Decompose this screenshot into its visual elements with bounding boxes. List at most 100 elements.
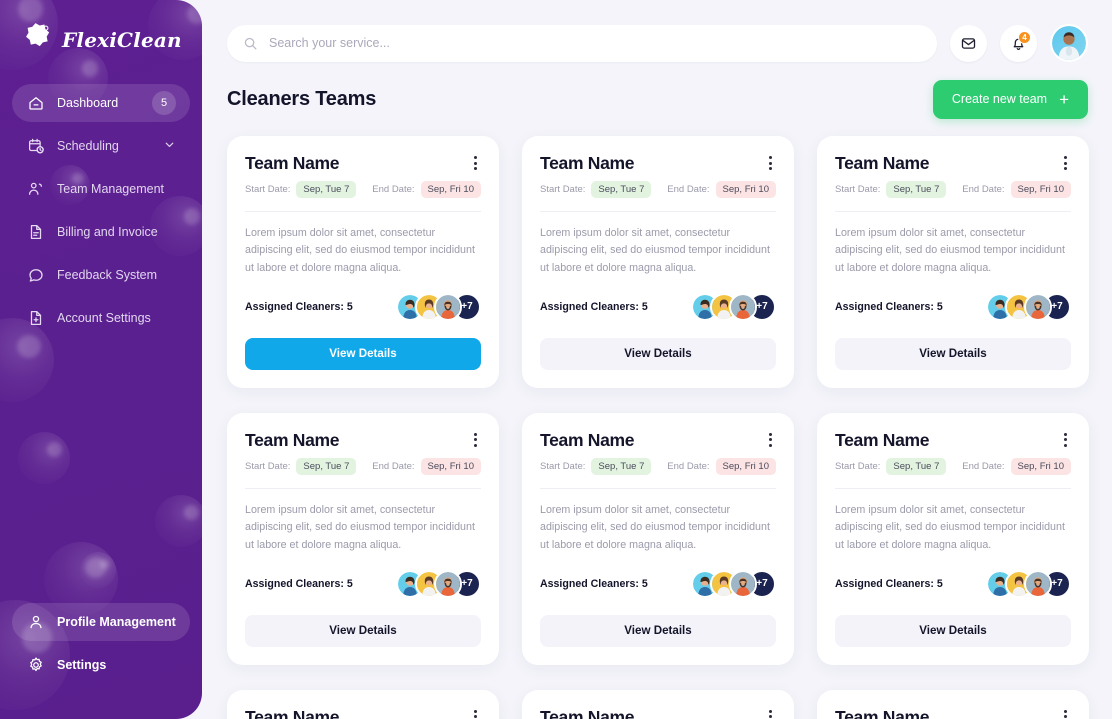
sidebar-item-feedback-system[interactable]: Feedback System — [12, 256, 190, 294]
kebab-menu-icon[interactable] — [1054, 707, 1071, 719]
sidebar-item-billing-and-invoice[interactable]: Billing and Invoice — [12, 213, 190, 251]
search-bar[interactable] — [227, 24, 937, 62]
team-card-title: Team Name — [835, 706, 930, 719]
sidebar-item-account-settings[interactable]: Account Settings — [12, 299, 190, 337]
cleaner-avatar — [729, 569, 757, 598]
view-details-button[interactable]: View Details — [245, 614, 481, 647]
team-card[interactable]: Team Name Start Date: Sep, Tue 7 End Dat… — [522, 136, 794, 388]
sidebar-item-settings[interactable]: Settings — [12, 646, 190, 684]
user-icon — [26, 613, 45, 632]
kebab-menu-icon[interactable] — [464, 430, 481, 447]
sidebar-item-dashboard[interactable]: Dashboard 5 — [12, 84, 190, 122]
card-divider — [835, 487, 1071, 489]
team-card[interactable]: Team Name Start Date: Sep, Tue 7 End Dat… — [227, 689, 499, 719]
cleaner-avatar-stack[interactable]: +7 — [396, 569, 481, 598]
cleaner-avatar-stack[interactable]: +7 — [986, 569, 1071, 598]
search-input[interactable] — [269, 36, 921, 50]
team-card-title: Team Name — [245, 706, 340, 719]
sidebar-item-label: Settings — [57, 658, 107, 672]
team-card[interactable]: Team Name Start Date: Sep, Tue 7 End Dat… — [522, 689, 794, 719]
end-date-label: End Date: — [962, 460, 1005, 472]
cleaner-avatar — [434, 292, 462, 321]
cleaner-avatar-stack[interactable]: +7 — [986, 292, 1071, 321]
view-details-button[interactable]: View Details — [835, 614, 1071, 647]
sidebar-item-profile-management[interactable]: Profile Management — [12, 603, 190, 641]
start-date-value: Sep, Tue 7 — [886, 181, 947, 198]
kebab-menu-icon[interactable] — [1054, 430, 1071, 447]
cleaner-avatar — [729, 292, 757, 321]
sidebar-item-label: Dashboard — [57, 96, 119, 110]
team-card-dates: Start Date: Sep, Tue 7 End Date: Sep, Fr… — [540, 181, 776, 198]
topbar: 4 — [227, 0, 1088, 62]
team-card[interactable]: Team Name Start Date: Sep, Tue 7 End Dat… — [522, 412, 794, 665]
card-divider — [245, 487, 481, 489]
kebab-menu-icon[interactable] — [759, 430, 776, 447]
create-new-team-label: Create new team — [951, 92, 1048, 106]
assigned-cleaners-label: Assigned Cleaners: 5 — [540, 300, 648, 313]
main-content: 4 — [202, 0, 1112, 719]
sidebar-item-label: Account Settings — [57, 311, 151, 325]
notifications-button[interactable]: 4 — [1000, 24, 1037, 62]
view-details-button[interactable]: View Details — [835, 337, 1071, 370]
cleaner-avatar-stack[interactable]: +7 — [691, 292, 776, 321]
assigned-cleaners-label: Assigned Cleaners: 5 — [245, 577, 353, 590]
team-card-title: Team Name — [540, 429, 635, 450]
view-details-button[interactable]: View Details — [245, 337, 481, 370]
assigned-cleaners-label: Assigned Cleaners: 5 — [245, 300, 353, 313]
start-date-value: Sep, Tue 7 — [296, 457, 357, 475]
team-card-dates: Start Date: Sep, Tue 7 End Date: Sep, Fr… — [245, 457, 481, 475]
end-date-value: Sep, Fri 10 — [1010, 457, 1071, 475]
end-date-value: Sep, Fri 10 — [1010, 181, 1071, 198]
team-card[interactable]: Team Name Start Date: Sep, Tue 7 End Dat… — [817, 136, 1089, 388]
page-header: Cleaners Teams Create new team + — [227, 70, 1088, 128]
sidebar-bottom-nav: Profile Management Settings — [0, 603, 202, 719]
splat-blob-logo-icon — [16, 21, 54, 59]
view-details-button[interactable]: View Details — [540, 337, 776, 370]
sidebar-item-team-management[interactable]: Team Management — [12, 170, 190, 208]
cleaner-avatar-stack[interactable]: +7 — [396, 292, 481, 321]
team-card[interactable]: Team Name Start Date: Sep, Tue 7 End Dat… — [227, 136, 499, 388]
view-details-button[interactable]: View Details — [540, 614, 776, 647]
kebab-menu-icon[interactable] — [464, 153, 481, 170]
brand-logo[interactable]: FlexiClean — [0, 0, 202, 62]
team-card[interactable]: Team Name Start Date: Sep, Tue 7 End Dat… — [227, 412, 499, 665]
team-card[interactable]: Team Name Start Date: Sep, Tue 7 End Dat… — [817, 689, 1089, 719]
sidebar-nav: Dashboard 5 Scheduling Team Management B… — [0, 84, 202, 342]
sidebar-item-label: Feedback System — [57, 268, 158, 282]
assigned-cleaners-label: Assigned Cleaners: 5 — [540, 577, 648, 590]
end-date-value: Sep, Fri 10 — [715, 457, 776, 475]
start-date-label: Start Date: — [835, 184, 881, 195]
team-card[interactable]: Team Name Start Date: Sep, Tue 7 End Dat… — [817, 412, 1089, 665]
assigned-cleaners-row: Assigned Cleaners: 5 +7 — [540, 569, 776, 598]
end-date-label: End Date: — [372, 184, 415, 195]
kebab-menu-icon[interactable] — [759, 707, 776, 719]
gear-icon — [26, 656, 45, 675]
cleaner-avatar — [1024, 569, 1052, 598]
team-card-header: Team Name — [245, 707, 481, 719]
avatar[interactable] — [1050, 24, 1088, 62]
kebab-menu-icon[interactable] — [464, 707, 481, 719]
document-icon — [26, 223, 45, 242]
mail-button[interactable] — [950, 24, 987, 62]
assigned-cleaners-row: Assigned Cleaners: 5 +7 — [835, 569, 1071, 598]
team-card-header: Team Name — [835, 707, 1071, 719]
sidebar: FlexiClean Dashboard 5 Scheduling Team M… — [0, 0, 202, 719]
team-card-title: Team Name — [245, 429, 340, 450]
cleaner-avatar — [434, 569, 462, 598]
team-card-title: Team Name — [540, 706, 635, 719]
team-card-title: Team Name — [835, 429, 930, 450]
chat-bubble-icon — [26, 266, 45, 285]
start-date-value: Sep, Tue 7 — [591, 457, 652, 475]
assigned-cleaners-row: Assigned Cleaners: 5 +7 — [245, 569, 481, 598]
create-new-team-button[interactable]: Create new team + — [932, 79, 1088, 119]
kebab-menu-icon[interactable] — [759, 153, 776, 170]
chevron-down-icon[interactable] — [163, 138, 176, 154]
team-card-title: Team Name — [245, 153, 340, 173]
cleaner-avatar-stack[interactable]: +7 — [691, 569, 776, 598]
kebab-menu-icon[interactable] — [1054, 153, 1071, 170]
sidebar-item-label: Scheduling — [57, 139, 119, 153]
team-card-description: Lorem ipsum dolor sit amet, consectetur … — [245, 227, 475, 274]
team-card-title: Team Name — [835, 153, 930, 173]
sidebar-item-scheduling[interactable]: Scheduling — [12, 127, 190, 165]
